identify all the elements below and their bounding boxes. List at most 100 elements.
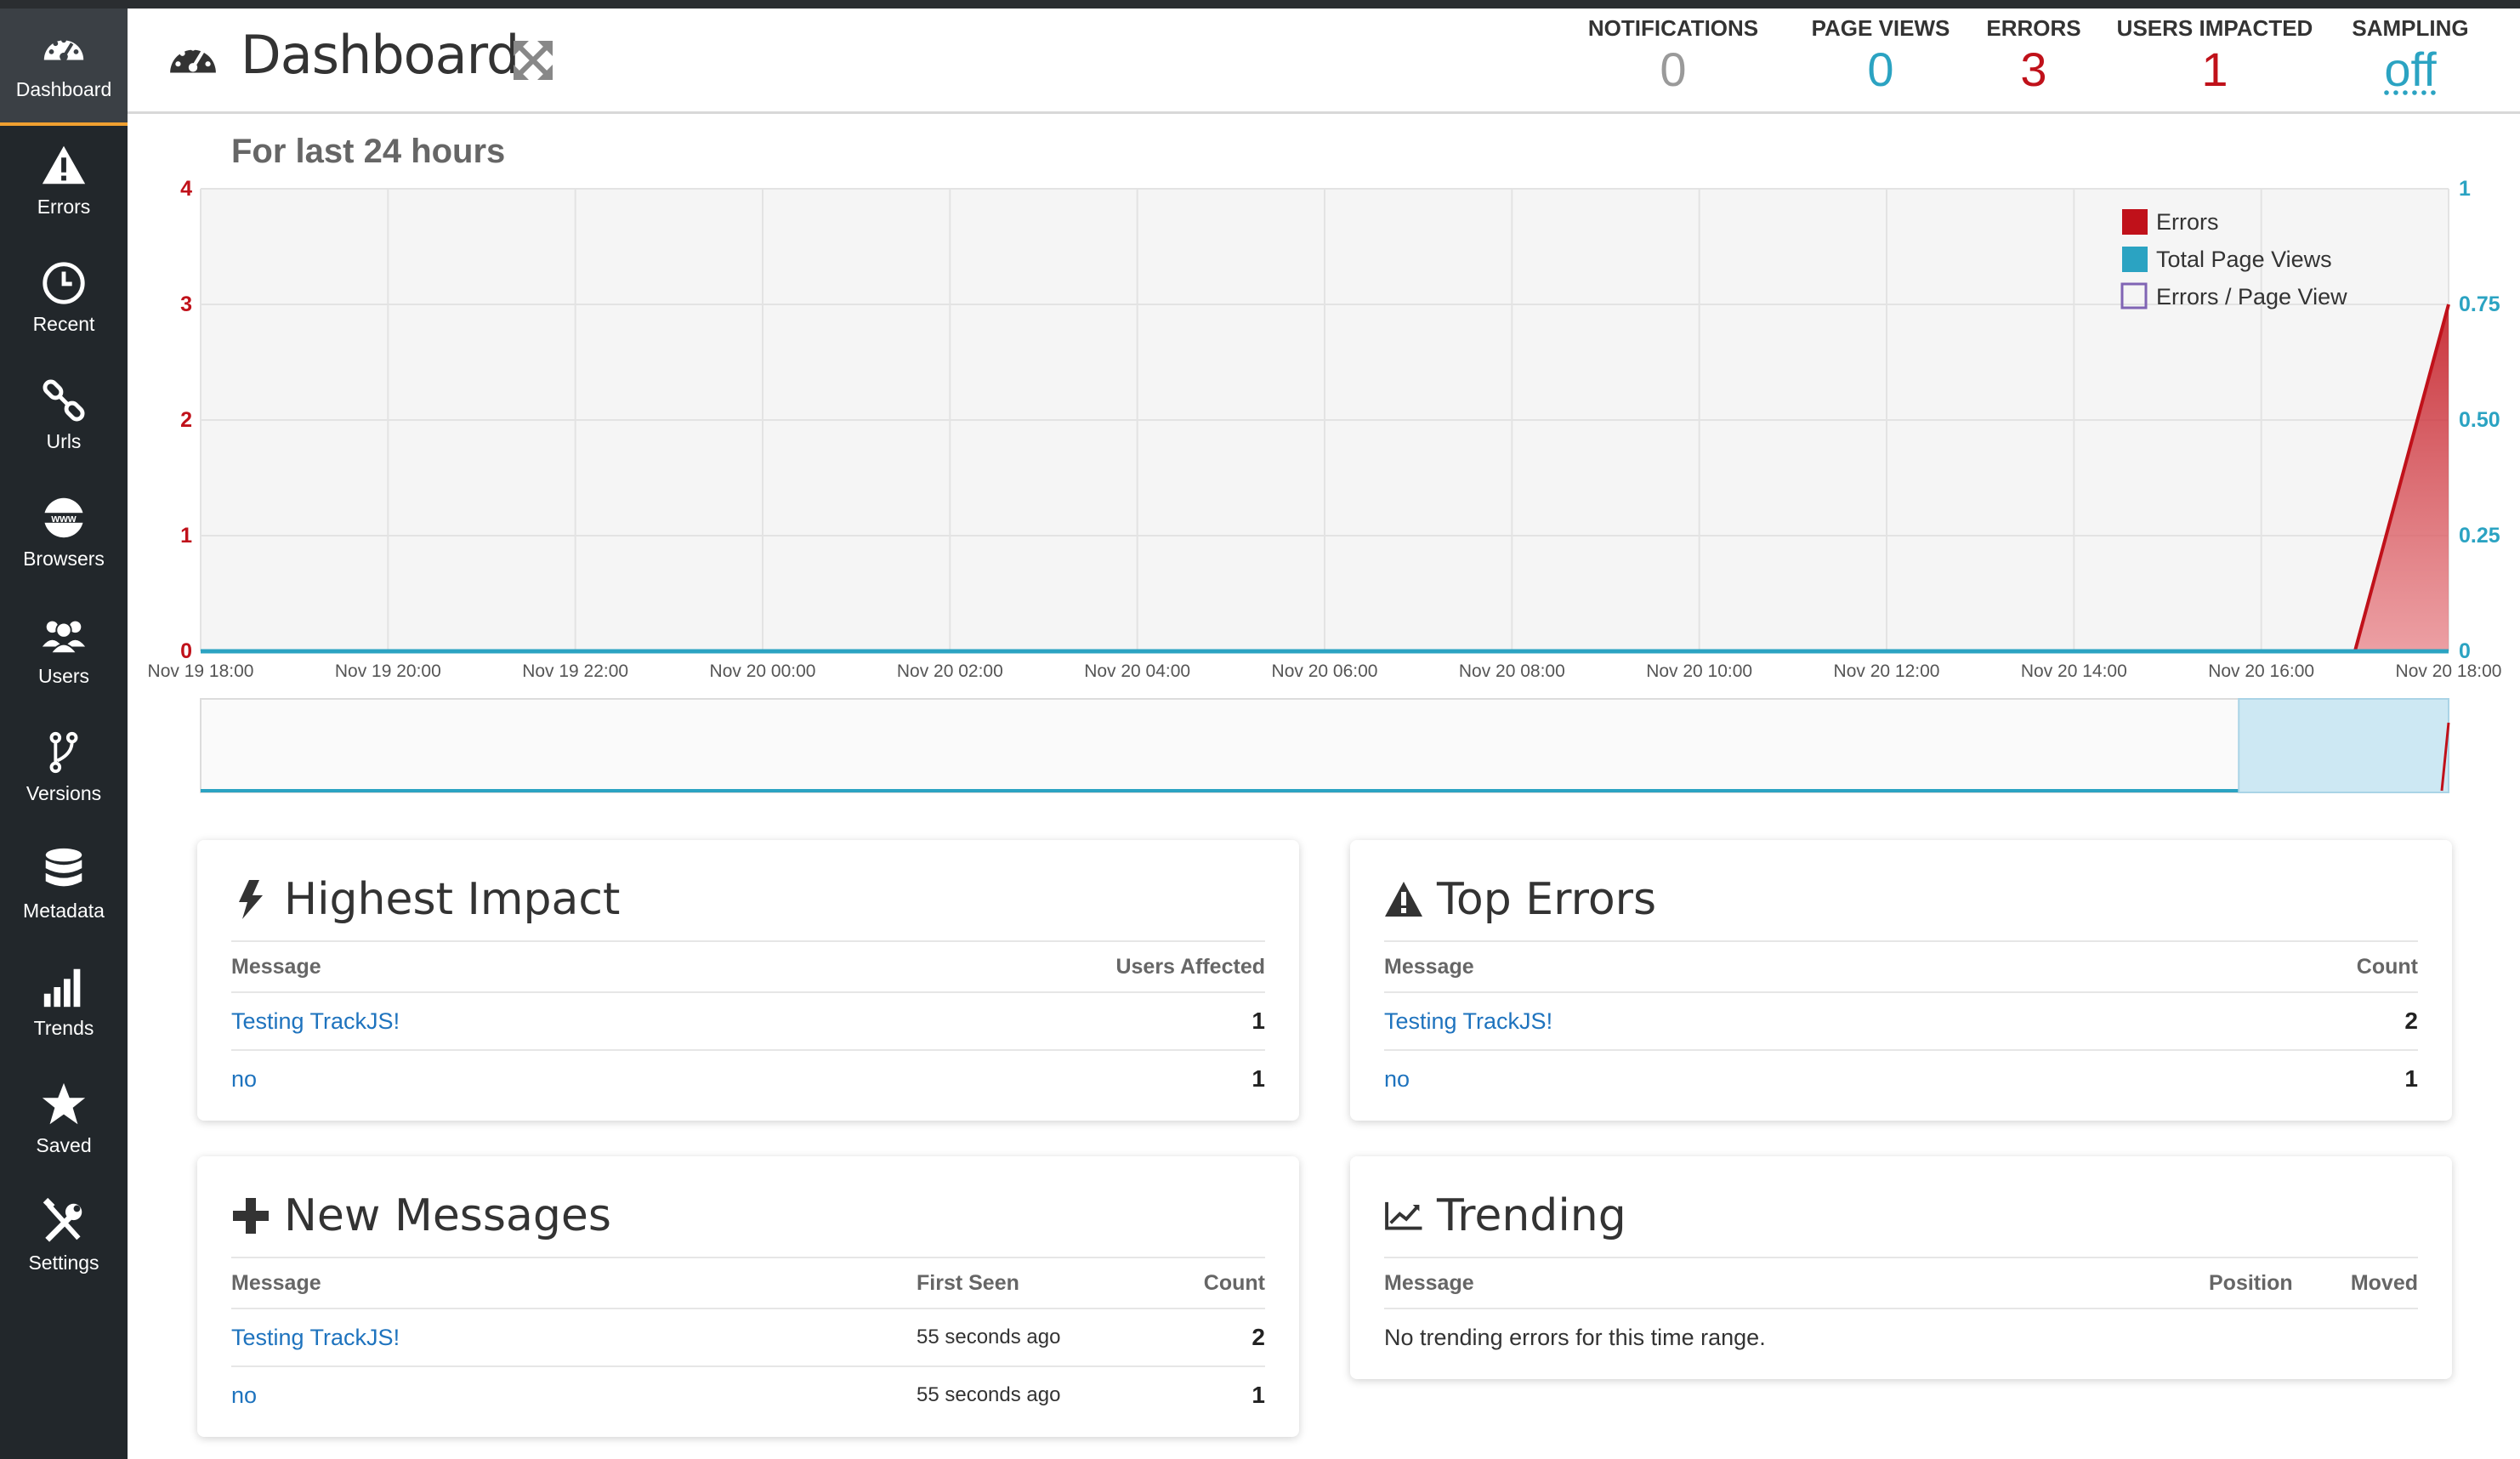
stat-value: 1 <box>2201 43 2228 96</box>
bar-chart-icon <box>43 968 81 1008</box>
stat-value: 0 <box>1867 43 1894 96</box>
database-icon <box>45 848 82 887</box>
column-header-message[interactable]: Message <box>1384 1258 1474 1308</box>
highest-impact-panel: Highest Impact Message Users Affected Te… <box>197 840 1299 1121</box>
message-link[interactable]: Testing TrackJS! <box>231 993 400 1049</box>
sidebar-item-users[interactable]: Users <box>0 595 128 712</box>
message-link[interactable]: Testing TrackJS! <box>231 1309 400 1365</box>
panel-title: Top Errors <box>1384 874 1656 925</box>
stat-page-views[interactable]: PAGE VIEWS 0 <box>1796 15 1966 98</box>
x-tick-label: Nov 20 14:00 <box>2021 661 2127 681</box>
sidebar-item-label: Trends <box>33 1017 94 1039</box>
users-icon <box>42 621 86 655</box>
column-header-position[interactable]: Position <box>2209 1258 2293 1308</box>
sidebar-item-label: Saved <box>36 1134 92 1156</box>
stat-sampling[interactable]: SAMPLING off <box>2338 15 2483 98</box>
y-tick-right: 0.75 <box>2459 292 2500 316</box>
table-header: Message Count <box>1384 940 2418 991</box>
legend-swatch <box>2122 247 2148 272</box>
x-tick-label: Nov 19 18:00 <box>148 661 254 681</box>
message-link[interactable]: no <box>1384 1051 1410 1107</box>
dashboard-icon <box>43 37 84 61</box>
sidebar-item-urls[interactable]: Urls <box>0 360 128 478</box>
sidebar-item-label: Versions <box>26 782 102 804</box>
stat-errors[interactable]: ERRORS 3 <box>1974 15 2093 98</box>
plus-icon <box>233 1198 269 1234</box>
sidebar-item-browsers[interactable]: www Browsers <box>0 478 128 595</box>
sidebar-item-label: Dashboard <box>15 78 112 100</box>
link-icon <box>43 379 85 422</box>
y-tick-left: 4 <box>180 177 192 201</box>
sidebar-item-errors[interactable]: Errors <box>0 126 128 243</box>
bolt-icon <box>239 880 263 919</box>
sidebar-item-versions[interactable]: Versions <box>0 712 128 830</box>
panel-title: Trending <box>1384 1190 1626 1241</box>
panel-title-text: New Messages <box>284 1190 611 1241</box>
sidebar-item-dashboard[interactable]: Dashboard <box>0 9 128 126</box>
column-header-count[interactable]: Count <box>2357 942 2418 991</box>
legend-label: Total Page Views <box>2156 247 2332 272</box>
x-tick-label: Nov 20 00:00 <box>710 661 816 681</box>
table-row: no 55 seconds ago 1 <box>231 1365 1265 1423</box>
y-tick-left: 1 <box>180 524 192 548</box>
column-header-users-affected[interactable]: Users Affected <box>1115 942 1265 991</box>
top-errors-panel: Top Errors Message Count Testing TrackJS… <box>1350 840 2452 1121</box>
message-link[interactable]: Testing TrackJS! <box>1384 993 1552 1049</box>
trending-panel: Trending Message Position Moved No trend… <box>1350 1156 2452 1379</box>
sidebar-item-label: Urls <box>46 430 82 452</box>
empty-state-text: No trending errors for this time range. <box>1384 1324 1766 1350</box>
warning-icon <box>42 145 86 185</box>
x-tick-label: Nov 20 18:00 <box>2396 661 2502 681</box>
stat-users-impacted[interactable]: USERS IMPACTED 1 <box>2109 15 2321 98</box>
new-messages-panel: New Messages Message First Seen Count Te… <box>197 1156 1299 1437</box>
y-tick-left: 3 <box>180 292 192 316</box>
page-title: Dashboard <box>241 24 519 86</box>
legend-label: Errors / Page View <box>2156 284 2347 309</box>
table-header: Message Position Moved <box>1384 1257 2418 1308</box>
count-value: 1 <box>2404 1065 2418 1092</box>
users-affected-value: 1 <box>1251 1065 1265 1092</box>
svg-text:www: www <box>50 513 77 525</box>
panel-title-text: Top Errors <box>1437 874 1657 925</box>
column-header-moved[interactable]: Moved <box>2351 1258 2418 1308</box>
column-header-count[interactable]: Count <box>1204 1258 1265 1308</box>
legend-swatch <box>2122 209 2148 235</box>
column-header-first-seen[interactable]: First Seen <box>917 1258 1019 1308</box>
x-tick-label: Nov 20 04:00 <box>1084 661 1190 681</box>
top-strip <box>0 0 2520 9</box>
sidebar-item-saved[interactable]: Saved <box>0 1064 128 1182</box>
y-tick-right: 0.50 <box>2459 408 2500 432</box>
wrench-screwdriver-icon <box>43 1197 82 1242</box>
panel-title-text: Trending <box>1437 1190 1626 1241</box>
column-header-message[interactable]: Message <box>231 942 321 991</box>
column-header-message[interactable]: Message <box>1384 942 1474 991</box>
branch-icon <box>49 731 78 774</box>
sidebar-item-trends[interactable]: Trends <box>0 947 128 1064</box>
stat-value: 3 <box>2020 43 2047 96</box>
errors-chart: 0 1 2 3 4 0 0.25 0.50 0.75 1 Nov 19 18:00 Nov 19 20… <box>148 177 2502 793</box>
stat-value: 0 <box>1660 43 1687 96</box>
sidebar-item-label: Settings <box>28 1252 99 1274</box>
navigator-selection <box>2238 698 2449 793</box>
sidebar-item-label: Browsers <box>23 548 105 570</box>
stat-value[interactable]: off <box>2338 42 2483 98</box>
x-tick-label: Nov 20 08:00 <box>1459 661 1565 681</box>
column-header-message[interactable]: Message <box>231 1258 321 1308</box>
table-header: Message Users Affected <box>231 940 1265 991</box>
sidebar-item-settings[interactable]: Settings <box>0 1182 128 1299</box>
y-tick-left: 2 <box>180 408 192 432</box>
stat-notifications[interactable]: NOTIFICATIONS 0 <box>1580 15 1767 98</box>
highest-impact-table: Message Users Affected Testing TrackJS! … <box>231 940 1265 1107</box>
message-link[interactable]: no <box>231 1367 257 1423</box>
table-row: Testing TrackJS! 55 seconds ago 2 <box>231 1308 1265 1365</box>
clock-icon <box>43 262 85 304</box>
table-row: Testing TrackJS! 1 <box>231 991 1265 1049</box>
panel-title: Highest Impact <box>231 874 620 925</box>
sidebar-item-metadata[interactable]: Metadata <box>0 830 128 947</box>
y-tick-right: 1 <box>2459 177 2471 201</box>
expand-icon[interactable] <box>512 39 554 82</box>
message-link[interactable]: no <box>231 1051 257 1107</box>
table-row: no 1 <box>1384 1049 2418 1107</box>
sidebar-item-recent[interactable]: Recent <box>0 243 128 360</box>
stat-label: USERS IMPACTED <box>2116 15 2313 41</box>
